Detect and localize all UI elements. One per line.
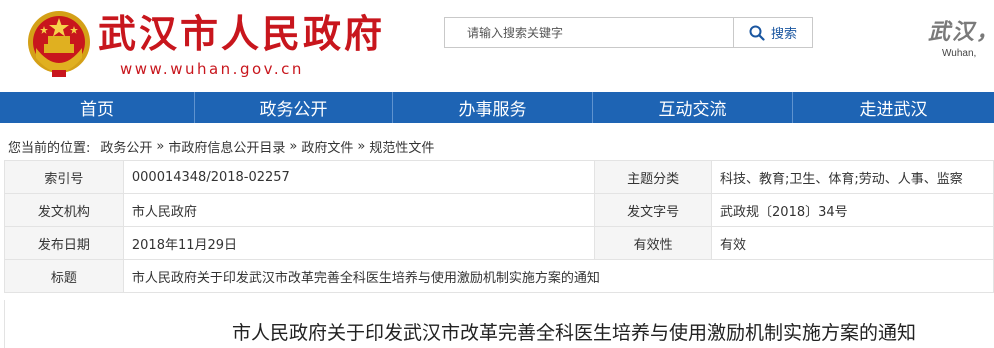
index-label: 索引号 xyxy=(4,160,124,194)
validity-label: 有效性 xyxy=(594,226,713,260)
search-button-label: 搜索 xyxy=(770,27,797,42)
breadcrumb-link-gov-docs[interactable]: 政府文件 xyxy=(301,137,353,156)
national-emblem-icon xyxy=(24,8,94,80)
site-title[interactable]: 武汉市人民政府 xyxy=(98,12,385,56)
docno-value: 武政规〔2018〕34号 xyxy=(711,193,994,227)
document-metadata-table: 索引号 000014348/2018-02257 主题分类 科技、教育;卫生、体… xyxy=(4,160,994,293)
docno-label: 发文字号 xyxy=(594,193,713,227)
title-label: 标题 xyxy=(4,259,124,293)
breadcrumb-link-catalog[interactable]: 市政府信息公开目录 xyxy=(168,137,285,156)
breadcrumb-link-gov-affairs[interactable]: 政务公开 xyxy=(100,137,152,156)
search-button[interactable]: 搜索 xyxy=(733,18,812,47)
title-value: 市人民政府关于印发武汉市改革完善全科医生培养与使用激励机制实施方案的通知 xyxy=(122,259,994,293)
nav-item-interaction[interactable]: 互动交流 xyxy=(592,92,792,123)
corner-brand-en: Wuhan, xyxy=(942,48,977,59)
nav-item-about-wuhan[interactable]: 走进武汉 xyxy=(792,92,994,123)
table-row: 发文机构 市人民政府 发文字号 武政规〔2018〕34号 xyxy=(4,193,994,227)
nav-item-gov-affairs[interactable]: 政务公开 xyxy=(194,92,392,123)
site-header: 武汉市人民政府 www.wuhan.gov.cn 搜索 武汉， Wuhan, xyxy=(0,0,994,92)
breadcrumb-separator: » xyxy=(357,139,366,154)
date-label: 发布日期 xyxy=(4,226,124,260)
breadcrumb-separator: » xyxy=(289,139,298,154)
main-nav: 首页 政务公开 办事服务 互动交流 走进武汉 xyxy=(0,92,994,123)
breadcrumb-link-normative-docs[interactable]: 规范性文件 xyxy=(369,137,434,156)
topic-label: 主题分类 xyxy=(594,160,713,194)
breadcrumb-prefix: 您当前的位置: xyxy=(8,141,91,156)
issuer-label: 发文机构 xyxy=(4,193,124,227)
site-url: www.wuhan.gov.cn xyxy=(120,60,304,78)
index-value: 000014348/2018-02257 xyxy=(122,160,596,194)
validity-value: 有效 xyxy=(711,226,994,260)
magnifier-icon xyxy=(749,25,765,41)
search-box: 搜索 xyxy=(444,17,813,48)
table-row: 标题 市人民政府关于印发武汉市改革完善全科医生培养与使用激励机制实施方案的通知 xyxy=(4,259,994,293)
corner-brand-cn: 武汉， xyxy=(928,19,994,45)
content-left-border xyxy=(4,300,5,348)
table-row: 索引号 000014348/2018-02257 主题分类 科技、教育;卫生、体… xyxy=(4,160,994,194)
article-title: 市人民政府关于印发武汉市改革完善全科医生培养与使用激励机制实施方案的通知 xyxy=(232,322,917,344)
nav-item-home[interactable]: 首页 xyxy=(0,92,194,123)
corner-brand-logo: 武汉， Wuhan, xyxy=(928,18,994,68)
topic-value: 科技、教育;卫生、体育;劳动、人事、监察 xyxy=(711,160,994,194)
search-input[interactable] xyxy=(445,18,733,47)
table-row: 发布日期 2018年11月29日 有效性 有效 xyxy=(4,226,994,260)
nav-item-services[interactable]: 办事服务 xyxy=(392,92,592,123)
breadcrumb: 您当前的位置: 政务公开 » 市政府信息公开目录 » 政府文件 » 规范性文件 xyxy=(8,137,434,156)
date-value: 2018年11月29日 xyxy=(122,226,596,260)
breadcrumb-separator: » xyxy=(156,139,165,154)
issuer-value: 市人民政府 xyxy=(122,193,596,227)
